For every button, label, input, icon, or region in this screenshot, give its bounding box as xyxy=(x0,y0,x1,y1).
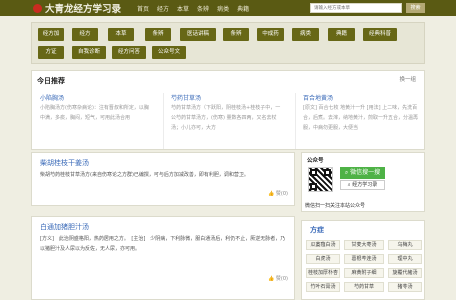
article-card: 白通加猪胆汁汤 [方义] 此治阴盛格阳，热药居用之方。 [主治] 少阴病，下利脉… xyxy=(31,216,295,300)
category-button[interactable]: 自我诊断 xyxy=(72,46,106,59)
formula-tag[interactable]: 猪苓汤 xyxy=(388,282,422,292)
article-card: 柴胡桂枝干姜汤 柴胡芍药桂枝甘草汤方(来自伤寒论之方群)已编撰，可与后方加减改善… xyxy=(31,152,295,206)
category-button[interactable]: 经典科普 xyxy=(363,28,397,41)
like-count: 赞(0) xyxy=(275,276,288,282)
formula-tag[interactable]: 理中丸 xyxy=(388,254,422,264)
site-title: 大青龙经方学习录 xyxy=(45,4,122,15)
account-name-box[interactable]: ⌕ 经方学习录 xyxy=(340,180,385,190)
formula-tag[interactable]: 葛根芩连汤 xyxy=(344,254,384,264)
nav-item-herbs[interactable]: 本草 xyxy=(177,4,189,13)
nav-item-clauses[interactable]: 条辨 xyxy=(197,4,209,13)
wechat-search-button[interactable]: ⌕ 微信搜一搜 xyxy=(340,167,385,179)
category-button[interactable]: 病类 xyxy=(292,28,319,41)
article-summary: 柴胡芍药桂枝甘草汤方(来自伤寒论之方群)已编撰，可与后方加减改善，即有利胆，调和… xyxy=(40,172,249,178)
wechat-caption: 微信扫一扫关注本站公众号 xyxy=(305,203,366,209)
category-button[interactable]: 公众号文 xyxy=(152,46,186,59)
formula-tag[interactable]: 桂枝加厚朴杏 xyxy=(306,268,340,278)
column-divider xyxy=(163,93,164,149)
formula-panel-title: 方症 xyxy=(310,226,324,234)
article-title[interactable]: 白通加猪胆汁汤 xyxy=(40,222,89,232)
main-nav: 首页 经方 本草 条辨 病类 典籍 xyxy=(137,0,257,16)
category-button[interactable]: 经方加 xyxy=(38,28,64,41)
nav-item-diseases[interactable]: 病类 xyxy=(217,4,229,13)
wechat-panel-title: 公众号 xyxy=(307,158,324,164)
category-button[interactable]: 方证 xyxy=(38,46,64,59)
qr-code-icon xyxy=(308,167,333,192)
search-input[interactable] xyxy=(310,3,402,13)
column-divider xyxy=(295,93,296,149)
account-name: 经方学习录 xyxy=(352,182,378,188)
category-button[interactable]: 经方问答 xyxy=(112,46,146,59)
formula-tag[interactable]: 旋覆代赭汤 xyxy=(388,268,422,278)
formula-panel: 方症 瓜蒌薤白汤 甘麦大枣汤 乌梅丸 白虎汤 葛根芩连汤 理中丸 桂枝加厚朴杏 … xyxy=(301,220,425,300)
site-logo[interactable]: 大青龙经方学习录 xyxy=(33,2,122,15)
category-button[interactable]: 经方 xyxy=(72,28,98,41)
like-count: 赞(0) xyxy=(275,191,288,197)
today-title: 今日推荐 xyxy=(37,77,65,85)
article-title[interactable]: 柴胡桂枝干姜汤 xyxy=(40,158,89,168)
thumbs-up-icon: 👍 xyxy=(268,276,275,282)
formula-tag[interactable]: 甘麦大枣汤 xyxy=(344,240,384,250)
formula-tag[interactable]: 芍药甘草 xyxy=(344,282,384,292)
today-item-title[interactable]: 百合地黄汤 xyxy=(303,93,333,102)
category-button[interactable]: 本草 xyxy=(108,28,134,41)
like-button[interactable]: 👍 赞(0) xyxy=(268,190,288,197)
wechat-search-label: 微信搜一搜 xyxy=(350,169,381,176)
search-button[interactable]: 搜索 xyxy=(406,3,425,13)
top-bar: 大青龙经方学习录 首页 经方 本草 条辨 病类 典籍 搜索 xyxy=(0,0,456,16)
thumbs-up-icon: 👍 xyxy=(268,191,275,197)
formula-tag[interactable]: 乌梅丸 xyxy=(388,240,422,250)
category-button[interactable]: 条辨 xyxy=(223,28,249,41)
today-item-text: [原文] 百合七枚 地黄汁一升 [用法] 上二味，先洗百合，后煮。去滓，纳地黄汁… xyxy=(303,105,419,131)
wechat-panel: 公众号 ⌕ 微信搜一搜 ⌕ 经方学习录 微信扫一扫关注本站公众号 xyxy=(301,152,425,212)
like-button[interactable]: 👍 赞(0) xyxy=(268,275,288,282)
category-button[interactable]: 条辨 xyxy=(145,28,171,41)
search-icon: ⌕ xyxy=(344,169,349,176)
formula-tag[interactable]: 瓜蒌薤白汤 xyxy=(306,240,340,250)
today-item-text: 小陷胸汤方(伤寒杂病论)：注有晋叔和所定，以胸中满，多痰，胸闷，短气，可用此汤合… xyxy=(40,105,149,121)
search-icon: ⌕ xyxy=(347,182,351,188)
category-panel: 经方加 经方 本草 条辨 医话讲稿 条辨 中成药 病类 典籍 经典科普 方证 自… xyxy=(31,22,425,64)
nav-item-classics[interactable]: 典籍 xyxy=(237,4,249,13)
today-item-title[interactable]: 芍药甘草汤 xyxy=(171,93,201,102)
article-summary: [方义] 此治阴盛格阳，热药居用之方。 [主治] 少阴病，下利脉微，服白通汤后，… xyxy=(40,236,286,252)
today-panel: 今日推荐 换一组 小陷胸汤 小陷胸汤方(伤寒杂病论)：注有晋叔和所定，以胸中满，… xyxy=(31,70,425,150)
nav-item-home[interactable]: 首页 xyxy=(137,4,149,13)
nav-item-formula[interactable]: 经方 xyxy=(157,4,169,13)
formula-tag[interactable]: 竹叶石膏汤 xyxy=(306,282,340,292)
formula-tag[interactable]: 白虎汤 xyxy=(306,254,340,264)
category-button[interactable]: 医话讲稿 xyxy=(180,28,216,41)
today-item-text: 芍药甘草汤方（下跃阳，阴桂枝汤+桂枝子中，一公芍药甘草汤方，(伤寒) 量数各四两… xyxy=(171,105,281,131)
category-button[interactable]: 典籍 xyxy=(328,28,355,41)
category-button[interactable]: 中成药 xyxy=(257,28,284,41)
today-item-title[interactable]: 小陷胸汤 xyxy=(40,93,64,102)
refresh-link[interactable]: 换一组 xyxy=(399,75,416,83)
formula-tag[interactable]: 麻黄附子细 xyxy=(344,268,384,278)
logo-icon xyxy=(33,3,42,13)
